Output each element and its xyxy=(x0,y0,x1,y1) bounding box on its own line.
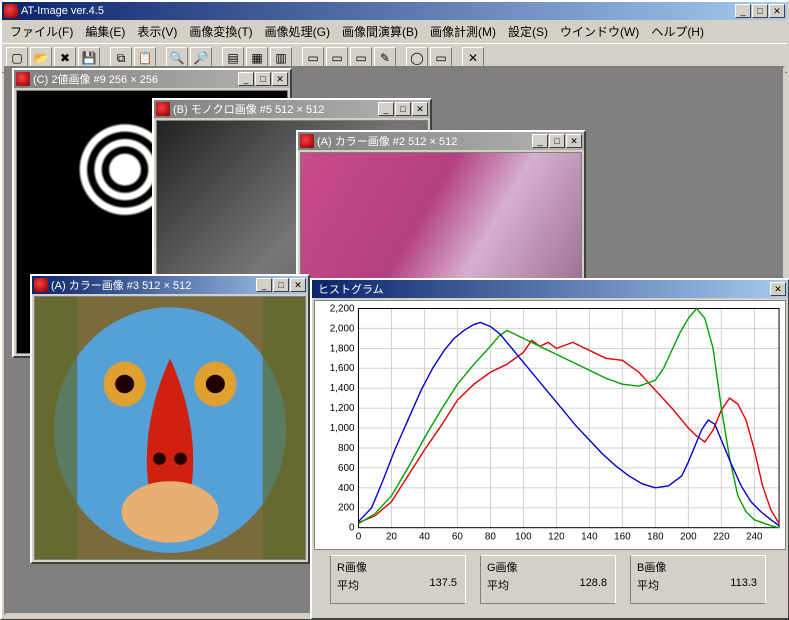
svg-text:400: 400 xyxy=(338,483,355,494)
svg-text:600: 600 xyxy=(338,463,355,474)
stats-g-label: G画像 xyxy=(487,559,607,575)
mean-label: 平均 xyxy=(637,577,659,593)
child-titlebar[interactable]: (A) カラー画像 #2 512 × 512 _ □ ✕ xyxy=(298,132,584,150)
child-title: (A) カラー画像 #2 512 × 512 xyxy=(317,133,532,149)
svg-text:1,200: 1,200 xyxy=(330,403,355,414)
menu-view[interactable]: 表示(V) xyxy=(131,22,183,41)
app-window: AT-Image ver.4.5 _ □ ✕ ファイル(F) 編集(E) 表示(… xyxy=(0,0,789,619)
minimize-button[interactable]: _ xyxy=(735,4,751,18)
stats-g: G画像 平均 128.8 xyxy=(480,555,616,604)
close-button[interactable]: ✕ xyxy=(412,102,428,116)
stats-b: B画像 平均 113.3 xyxy=(630,555,766,604)
mean-value: 128.8 xyxy=(579,577,607,593)
svg-text:2,200: 2,200 xyxy=(330,303,355,314)
svg-text:800: 800 xyxy=(338,443,355,454)
child-titlebar[interactable]: (C) 2値画像 #9 256 × 256 _ □ ✕ xyxy=(14,70,290,88)
close-button[interactable]: ✕ xyxy=(272,72,288,86)
svg-text:2,000: 2,000 xyxy=(330,323,355,334)
menu-bar: ファイル(F) 編集(E) 表示(V) 画像変換(T) 画像処理(G) 画像間演… xyxy=(2,20,787,43)
svg-text:1,400: 1,400 xyxy=(330,383,355,394)
close-button[interactable]: ✕ xyxy=(769,4,785,18)
menu-settings[interactable]: 設定(S) xyxy=(502,22,554,41)
menu-convert[interactable]: 画像変換(T) xyxy=(183,22,258,41)
doc-icon xyxy=(16,72,30,86)
app-title: AT-Image ver.4.5 xyxy=(21,5,735,17)
child-titlebar[interactable]: ヒストグラム ✕ xyxy=(312,280,788,298)
menu-process[interactable]: 画像処理(G) xyxy=(259,22,336,41)
maximize-button[interactable]: □ xyxy=(255,72,271,86)
mean-label: 平均 xyxy=(337,577,359,593)
histogram-chart: 02004006008001,0001,2001,4001,6001,8002,… xyxy=(314,300,786,550)
maximize-button[interactable]: □ xyxy=(273,278,289,292)
svg-text:120: 120 xyxy=(548,532,565,543)
svg-text:0: 0 xyxy=(349,523,355,534)
menu-file[interactable]: ファイル(F) xyxy=(4,22,79,41)
maximize-button[interactable]: □ xyxy=(395,102,411,116)
svg-text:240: 240 xyxy=(746,532,763,543)
image-view xyxy=(34,296,306,560)
maximize-button[interactable]: □ xyxy=(752,4,768,18)
mdi-area: (C) 2値画像 #9 256 × 256 _ □ ✕ (B) モノクロ画像 #… xyxy=(4,66,785,615)
stats-r: R画像 平均 137.5 xyxy=(330,555,466,604)
menu-measure[interactable]: 画像計測(M) xyxy=(424,22,502,41)
close-button[interactable]: ✕ xyxy=(290,278,306,292)
svg-text:200: 200 xyxy=(338,503,355,514)
child-title: (B) モノクロ画像 #5 512 × 512 xyxy=(173,101,378,117)
menu-help[interactable]: ヘルプ(H) xyxy=(645,22,710,41)
close-button[interactable]: ✕ xyxy=(566,134,582,148)
close-button[interactable]: ✕ xyxy=(770,282,786,296)
histogram-window[interactable]: ヒストグラム ✕ 02004006008001,0001,2001,4001,6… xyxy=(310,278,789,620)
doc-icon xyxy=(300,134,314,148)
app-icon xyxy=(4,4,18,18)
child-title: ヒストグラム xyxy=(314,281,770,297)
app-titlebar[interactable]: AT-Image ver.4.5 _ □ ✕ xyxy=(2,2,787,20)
stats-r-label: R画像 xyxy=(337,559,457,575)
svg-text:0: 0 xyxy=(356,532,362,543)
child-title: (A) カラー画像 #3 512 × 512 xyxy=(51,277,256,293)
doc-icon xyxy=(156,102,170,116)
svg-text:220: 220 xyxy=(713,532,730,543)
svg-text:60: 60 xyxy=(452,532,463,543)
menu-window[interactable]: ウインドウ(W) xyxy=(554,22,645,41)
minimize-button[interactable]: _ xyxy=(238,72,254,86)
child-title: (C) 2値画像 #9 256 × 256 xyxy=(33,71,238,87)
minimize-button[interactable]: _ xyxy=(256,278,272,292)
svg-text:180: 180 xyxy=(647,532,664,543)
menu-edit[interactable]: 編集(E) xyxy=(79,22,131,41)
svg-text:140: 140 xyxy=(581,532,598,543)
mean-value: 113.3 xyxy=(730,577,757,593)
child-window-color-3[interactable]: (A) カラー画像 #3 512 × 512 _ □ ✕ xyxy=(30,274,310,564)
mean-label: 平均 xyxy=(487,577,509,593)
svg-text:40: 40 xyxy=(419,532,430,543)
svg-text:1,600: 1,600 xyxy=(330,363,355,374)
stats-row: R画像 平均 137.5 G画像 平均 128.8 B画像 平均 113.3 xyxy=(312,552,788,604)
svg-text:80: 80 xyxy=(485,532,496,543)
svg-text:100: 100 xyxy=(515,532,532,543)
mean-value: 137.5 xyxy=(429,577,457,593)
doc-icon xyxy=(34,278,48,292)
maximize-button[interactable]: □ xyxy=(549,134,565,148)
minimize-button[interactable]: _ xyxy=(532,134,548,148)
minimize-button[interactable]: _ xyxy=(378,102,394,116)
svg-text:1,000: 1,000 xyxy=(330,423,355,434)
svg-text:1,800: 1,800 xyxy=(330,343,355,354)
svg-text:160: 160 xyxy=(614,532,631,543)
child-titlebar[interactable]: (A) カラー画像 #3 512 × 512 _ □ ✕ xyxy=(32,276,308,294)
menu-between[interactable]: 画像間演算(B) xyxy=(336,22,424,41)
stats-b-label: B画像 xyxy=(637,559,757,575)
child-titlebar[interactable]: (B) モノクロ画像 #5 512 × 512 _ □ ✕ xyxy=(154,100,430,118)
svg-text:200: 200 xyxy=(680,532,697,543)
svg-text:20: 20 xyxy=(386,532,397,543)
